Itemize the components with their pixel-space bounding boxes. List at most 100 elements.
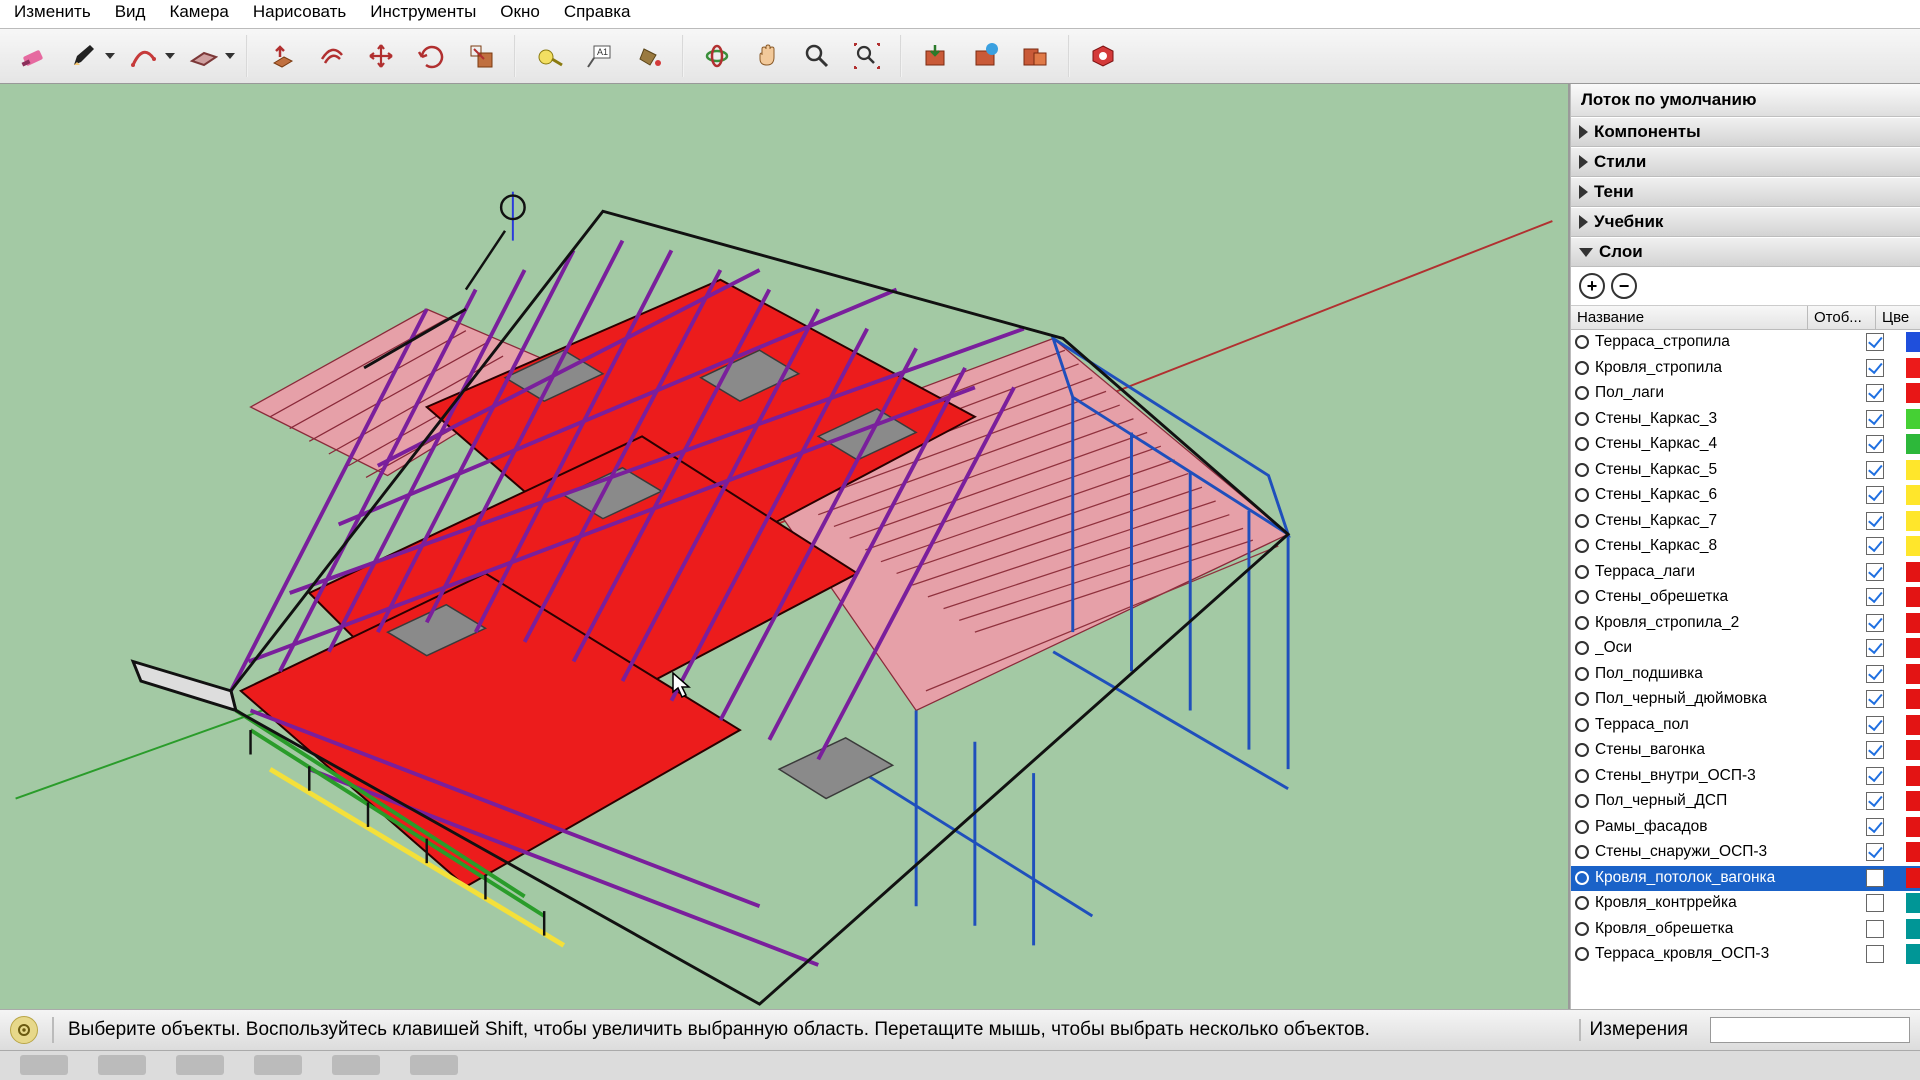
panel-Тени[interactable]: Тени [1571,177,1920,207]
layer-radio[interactable] [1575,386,1589,400]
layers-list[interactable]: Терраса_стропилаКровля_стропилаПол_лагиС… [1571,330,1920,1009]
warehouse-models-button[interactable] [1014,35,1056,77]
layer-color-swatch[interactable] [1906,332,1920,352]
layer-row[interactable]: Стены_Каркас_4 [1571,432,1920,458]
zoom-extents-tool[interactable] [846,35,888,77]
panel-Учебник[interactable]: Учебник [1571,207,1920,237]
model-viewport[interactable] [0,84,1570,1009]
eraser-tool[interactable] [12,35,54,77]
layer-visibility-checkbox[interactable] [1866,665,1884,683]
offset-tool[interactable] [310,35,352,77]
tape-measure-tool[interactable] [528,35,570,77]
menu-Камера[interactable]: Камера [169,2,228,22]
panel-Компоненты[interactable]: Компоненты [1571,117,1920,147]
layer-row[interactable]: Пол_лаги [1571,381,1920,407]
layer-visibility-checkbox[interactable] [1866,690,1884,708]
text-label-tool[interactable]: A1 [578,35,620,77]
layer-visibility-checkbox[interactable] [1866,333,1884,351]
layer-radio[interactable] [1575,437,1589,451]
layer-color-swatch[interactable] [1906,587,1920,607]
menu-Инструменты[interactable]: Инструменты [370,2,476,22]
layer-color-swatch[interactable] [1906,613,1920,633]
layer-radio[interactable] [1575,718,1589,732]
layer-color-swatch[interactable] [1906,689,1920,709]
rotate-tool[interactable] [410,35,452,77]
layer-color-swatch[interactable] [1906,358,1920,378]
layer-color-swatch[interactable] [1906,434,1920,454]
layer-radio[interactable] [1575,692,1589,706]
layers-header-visible[interactable]: Отоб... [1808,306,1876,329]
move-tool[interactable] [360,35,402,77]
layer-visibility-checkbox[interactable] [1866,512,1884,530]
layer-color-swatch[interactable] [1906,511,1920,531]
layer-radio[interactable] [1575,641,1589,655]
layer-radio[interactable] [1575,590,1589,604]
rect-dropdown[interactable] [222,35,238,77]
layer-visibility-checkbox[interactable] [1866,410,1884,428]
layer-visibility-checkbox[interactable] [1866,461,1884,479]
layer-visibility-checkbox[interactable] [1866,894,1884,912]
layer-radio[interactable] [1575,743,1589,757]
layer-row[interactable]: Стены_Каркас_5 [1571,458,1920,484]
layer-radio[interactable] [1575,514,1589,528]
layer-row[interactable]: Терраса_стропила [1571,330,1920,356]
layer-radio[interactable] [1575,667,1589,681]
layer-radio[interactable] [1575,412,1589,426]
rectangle-tool[interactable] [182,35,224,77]
layer-row[interactable]: _Оси [1571,636,1920,662]
layer-color-swatch[interactable] [1906,893,1920,913]
layer-visibility-checkbox[interactable] [1866,384,1884,402]
layer-row[interactable]: Стены_Каркас_3 [1571,407,1920,433]
layer-radio[interactable] [1575,794,1589,808]
layer-color-swatch[interactable] [1906,766,1920,786]
layer-radio[interactable] [1575,616,1589,630]
layer-radio[interactable] [1575,845,1589,859]
layer-visibility-checkbox[interactable] [1866,843,1884,861]
layer-visibility-checkbox[interactable] [1866,945,1884,963]
layer-row[interactable]: Стены_Каркас_8 [1571,534,1920,560]
panel-Стили[interactable]: Стили [1571,147,1920,177]
layer-row[interactable]: Терраса_пол [1571,713,1920,739]
layer-visibility-checkbox[interactable] [1866,741,1884,759]
pushpull-tool[interactable] [260,35,302,77]
menu-Нарисовать[interactable]: Нарисовать [253,2,346,22]
layer-visibility-checkbox[interactable] [1866,767,1884,785]
layer-visibility-checkbox[interactable] [1866,818,1884,836]
layer-visibility-checkbox[interactable] [1866,716,1884,734]
scale-tool[interactable] [460,35,502,77]
layer-row[interactable]: Терраса_кровля_ОСП-3 [1571,942,1920,968]
layer-visibility-checkbox[interactable] [1866,486,1884,504]
layer-row[interactable]: Пол_черный_дюймовка [1571,687,1920,713]
layer-visibility-checkbox[interactable] [1866,563,1884,581]
layer-radio[interactable] [1575,947,1589,961]
layer-row[interactable]: Кровля_стропила_2 [1571,611,1920,637]
extension-warehouse-button[interactable] [1082,35,1124,77]
layer-row[interactable]: Стены_Каркас_6 [1571,483,1920,509]
layer-visibility-checkbox[interactable] [1866,588,1884,606]
layer-color-swatch[interactable] [1906,715,1920,735]
layer-radio[interactable] [1575,820,1589,834]
layer-row[interactable]: Рамы_фасадов [1571,815,1920,841]
layer-visibility-checkbox[interactable] [1866,359,1884,377]
menu-Изменить[interactable]: Изменить [14,2,91,22]
add-layer-button[interactable]: + [1579,273,1605,299]
layer-color-swatch[interactable] [1906,460,1920,480]
layer-row[interactable]: Пол_черный_ДСП [1571,789,1920,815]
layer-visibility-checkbox[interactable] [1866,614,1884,632]
layer-radio[interactable] [1575,539,1589,553]
layer-color-swatch[interactable] [1906,791,1920,811]
layer-row[interactable]: Стены_внутри_ОСП-3 [1571,764,1920,790]
layer-row[interactable]: Пол_подшивка [1571,662,1920,688]
layer-row[interactable]: Кровля_обрешетка [1571,917,1920,943]
layers-header-color[interactable]: Цве [1876,306,1920,329]
menu-Окно[interactable]: Окно [500,2,540,22]
layer-color-swatch[interactable] [1906,740,1920,760]
pencil-dropdown[interactable] [102,35,118,77]
layer-visibility-checkbox[interactable] [1866,920,1884,938]
layer-row[interactable]: Стены_обрешетка [1571,585,1920,611]
pan-tool[interactable] [746,35,788,77]
orbit-tool[interactable] [696,35,738,77]
arc-tool[interactable] [122,35,164,77]
layer-color-swatch[interactable] [1906,868,1920,888]
layer-row[interactable]: Стены_Каркас_7 [1571,509,1920,535]
